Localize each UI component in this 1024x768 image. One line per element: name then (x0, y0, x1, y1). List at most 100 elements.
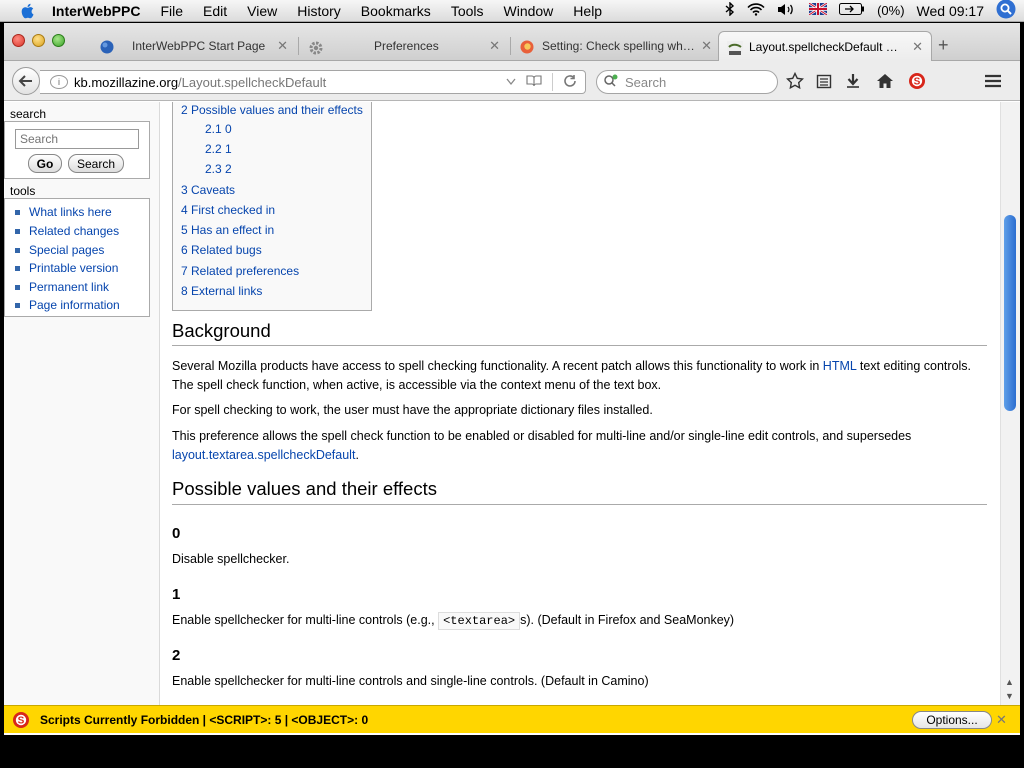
site-info-icon[interactable]: i (50, 75, 68, 89)
zoom-window-button[interactable] (52, 34, 65, 47)
vertical-scrollbar[interactable]: ▲ ▼ (1000, 102, 1020, 705)
toc-item[interactable]: 7 Related preferences (181, 264, 299, 278)
reload-icon[interactable] (563, 74, 577, 91)
go-button[interactable]: Go (28, 154, 62, 173)
search-button[interactable]: Search (68, 154, 124, 173)
toc-item[interactable]: 2.1 0 (205, 122, 232, 136)
bookmark-star-icon[interactable] (784, 70, 806, 92)
app-menu[interactable]: InterWebPPC (38, 3, 150, 19)
wiki-sidebar: search Go Search tools What links here R… (4, 102, 160, 705)
heading-value-0: 0 (172, 525, 181, 542)
heading-value-2: 2 (172, 647, 181, 664)
spotlight-icon[interactable] (996, 0, 1016, 22)
toc-item[interactable]: 4 First checked in (181, 203, 275, 217)
toc-item[interactable]: 6 Related bugs (181, 243, 262, 257)
close-tab-icon[interactable]: ✕ (277, 38, 288, 54)
tab-title: InterWebPPC Start Page (132, 39, 266, 53)
downloads-icon[interactable] (842, 70, 864, 92)
paragraph-value-2: Enable spellchecker for multi-line contr… (172, 674, 649, 688)
menu-help[interactable]: Help (563, 3, 612, 19)
battery-icon[interactable] (839, 3, 865, 18)
close-window-button[interactable] (12, 34, 25, 47)
close-tab-icon[interactable]: ✕ (489, 38, 500, 54)
menu-edit[interactable]: Edit (193, 3, 237, 19)
tool-link-related-changes[interactable]: Related changes (15, 224, 119, 238)
tool-link-printable-version[interactable]: Printable version (15, 261, 118, 275)
tab-start-page[interactable]: InterWebPPC Start Page ✕ (92, 31, 296, 61)
toc-item[interactable]: 8 External links (181, 284, 262, 298)
search-portlet-heading: search (10, 107, 47, 121)
menu-history[interactable]: History (287, 3, 351, 19)
menubar-status-area: (0%) Wed 09:17 (725, 0, 1024, 22)
toc-item[interactable]: 2.2 1 (205, 142, 232, 156)
tools-portlet-heading: tools (10, 184, 36, 198)
paragraph-value-0: Disable spellchecker. (172, 552, 290, 566)
bluetooth-icon[interactable] (725, 1, 735, 19)
page-content: search Go Search tools What links here R… (4, 102, 1020, 705)
options-button[interactable]: Options... (912, 711, 992, 729)
html-link[interactable]: HTML (823, 359, 857, 373)
textarea-code: <textarea> (438, 612, 521, 630)
dropdown-arrow-icon[interactable] (506, 75, 516, 89)
firefox-icon (520, 40, 534, 54)
close-tab-icon[interactable]: ✕ (912, 39, 923, 55)
wiki-search-input[interactable] (15, 129, 139, 149)
paragraph-text: This preference allows the spell check f… (172, 429, 912, 443)
tab-layout-spellcheck[interactable]: Layout.spellcheckDefault … ✕ (718, 31, 932, 61)
clock[interactable]: Wed 09:17 (917, 3, 984, 19)
menu-bookmarks[interactable]: Bookmarks (351, 3, 441, 19)
url-bar[interactable]: i kb.mozillazine.org /Layout.spellcheckD… (40, 70, 586, 94)
bullet-icon (15, 228, 20, 234)
tool-link-what-links-here[interactable]: What links here (15, 205, 112, 219)
minimize-window-button[interactable] (32, 34, 45, 47)
heading-rule (172, 504, 987, 505)
noscript-icon[interactable]: S (906, 70, 928, 92)
heading-rule (172, 345, 987, 346)
toc-item[interactable]: 2.3 2 (205, 162, 232, 176)
svg-text:S: S (18, 715, 25, 726)
notification-text: Scripts Currently Forbidden | <SCRIPT>: … (40, 712, 369, 727)
close-notification-icon[interactable]: ✕ (996, 712, 1007, 728)
apple-icon[interactable] (16, 0, 38, 22)
bullet-icon (15, 247, 20, 253)
tool-link-label: What links here (29, 205, 112, 219)
menu-file[interactable]: File (150, 3, 193, 19)
uk-flag-icon[interactable] (808, 2, 828, 18)
article-body: 2 Possible values and their effects 2.1 … (172, 102, 992, 705)
scroll-up-arrow-icon[interactable]: ▲ (1005, 677, 1014, 687)
close-tab-icon[interactable]: ✕ (701, 38, 712, 54)
reader-view-icon[interactable] (526, 74, 542, 90)
new-tab-button[interactable]: + (938, 35, 949, 56)
toc-item[interactable]: 3 Caveats (181, 183, 235, 197)
tool-link-page-information[interactable]: Page information (15, 298, 120, 312)
volume-icon[interactable] (777, 3, 797, 19)
wifi-icon[interactable] (747, 2, 765, 19)
bullet-icon (15, 265, 20, 271)
tool-link-special-pages[interactable]: Special pages (15, 243, 104, 257)
menu-tools[interactable]: Tools (441, 3, 494, 19)
tool-link-permanent-link[interactable]: Permanent link (15, 280, 109, 294)
bookmarks-menu-icon[interactable] (813, 70, 835, 92)
search-engine-icon[interactable] (603, 74, 619, 91)
tab-setting-spelling[interactable]: Setting: Check spelling wh… ✕ (512, 31, 720, 61)
tab-preferences[interactable]: Preferences ✕ (300, 31, 508, 61)
toc-item[interactable]: 5 Has an effect in (181, 223, 274, 237)
heading-value-1: 1 (172, 586, 181, 603)
search-placeholder: Search (625, 74, 667, 90)
toc-item[interactable]: 2 Possible values and their effects (181, 103, 363, 117)
hamburger-menu-icon[interactable] (982, 70, 1004, 92)
back-button[interactable] (12, 67, 40, 95)
tab-title: Preferences (374, 39, 439, 53)
back-arrow-icon (18, 75, 32, 87)
textarea-spellcheck-link[interactable]: layout.textarea.spellcheckDefault (172, 448, 355, 462)
paragraph-text: s). (Default in Firefox and SeaMonkey) (520, 613, 735, 627)
tab-separator (510, 37, 511, 55)
menu-window[interactable]: Window (494, 3, 564, 19)
search-bar[interactable]: Search (596, 70, 778, 94)
svg-text:S: S (914, 77, 921, 88)
scrollbar-thumb[interactable] (1004, 215, 1016, 411)
menu-view[interactable]: View (237, 3, 287, 19)
paragraph-dictionary: For spell checking to work, the user mus… (172, 403, 653, 417)
scroll-down-arrow-icon[interactable]: ▼ (1005, 691, 1014, 701)
home-icon[interactable] (874, 70, 896, 92)
